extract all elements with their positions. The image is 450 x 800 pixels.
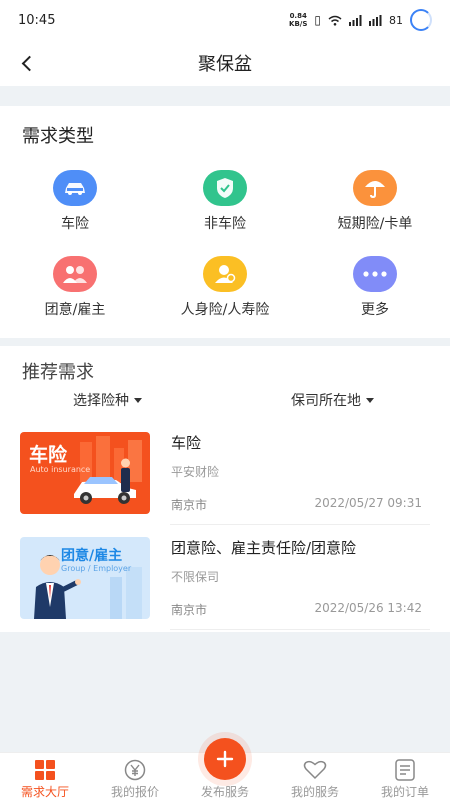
signal-icon [349,14,362,26]
recommend-section: 推荐需求 选择险种 保司所在地 车险 Auto insurance 车险 平安财… [0,346,450,632]
item-title: 团意险、雇主责任险/团意险 [171,539,357,557]
group-icon [53,256,97,292]
yuan-icon [124,759,146,781]
tab-label: 我的报价 [110,785,159,799]
caret-down-icon [134,397,142,403]
item-title: 车险 [171,434,202,452]
wifi-icon [328,15,342,26]
type-label: 车险 [61,216,89,232]
battery-level: 81 [389,13,403,27]
vibrate-icon: ▯ [314,13,321,27]
list-item[interactable]: 车险 Auto insurance 车险 平安财险 南京市 2022/05/27… [0,432,450,536]
type-item-car[interactable]: 车险 [0,170,150,233]
filter-label: 保司所在地 [291,393,361,409]
car-icon [53,170,97,206]
item-date: 2022/05/27 09:31 [314,496,422,510]
item-date: 2022/05/26 13:42 [314,601,422,615]
heart-icon [303,759,327,781]
item-city: 南京市 [171,498,208,512]
grid-icon [35,759,55,781]
tab-my-quotes[interactable]: 我的报价 [90,753,180,800]
back-button[interactable] [12,48,42,78]
net-speed-unit: KB/S [289,20,308,28]
type-label: 非车险 [204,216,246,232]
divider [170,629,430,630]
tab-my-orders[interactable]: 我的订单 [360,753,450,800]
type-item-non-car[interactable]: 非车险 [150,170,300,233]
filter-location[interactable]: 保司所在地 [291,390,374,410]
publish-fab-button[interactable] [204,738,246,780]
tab-label: 我的服务 [290,785,339,799]
net-speed-value: 0.84 [289,12,307,20]
status-time: 10:45 [18,12,56,28]
thumbnail-car-insurance: 车险 Auto insurance [20,432,150,514]
item-company: 不限保司 [171,570,220,584]
chevron-left-icon [21,55,38,71]
tab-label: 发布服务 [200,785,249,799]
thumbnail-title: 团意/雇主 [61,548,123,564]
person-icon [203,256,247,292]
caret-down-icon [366,397,374,403]
status-bar: 10:45 0.84 KB/S ▯ 81 [0,0,450,40]
tab-demand-hall[interactable]: 需求大厅 [0,753,90,800]
thumbnail-subtitle: Group / Employer [61,564,132,573]
demand-type-section: 需求类型 车险 非车险 短期险/卡单 团意/雇主 人身险/人寿险 更多 [0,106,450,338]
tab-my-services[interactable]: 我的服务 [270,753,360,800]
umbrella-icon [353,170,397,206]
type-item-group[interactable]: 团意/雇主 [0,256,150,319]
tab-label: 我的订单 [380,785,429,799]
nav-bar: 聚保盆 [0,40,450,86]
status-icons: 0.84 KB/S ▯ 81 [289,9,432,31]
shield-icon [203,170,247,206]
type-item-more[interactable]: 更多 [300,256,450,319]
page-title: 聚保盆 [198,54,252,75]
type-label: 短期险/卡单 [337,216,413,232]
battery-icon [410,9,432,31]
type-label: 更多 [361,302,389,318]
document-icon [395,759,415,781]
thumbnail-subtitle: Auto insurance [30,465,91,474]
list-item[interactable]: 团意/雇主 Group / Employer 团意险、雇主责任险/团意险 不限保… [0,537,450,641]
type-label: 人身险/人寿险 [180,302,270,318]
divider [170,524,430,525]
type-item-short-term[interactable]: 短期险/卡单 [300,170,450,233]
net-speed: 0.84 KB/S [289,12,307,28]
plus-icon [216,750,234,768]
item-company: 平安财险 [171,465,220,479]
hd-signal-icon [369,14,382,26]
tab-label: 需求大厅 [20,785,69,799]
filter-insurance-type[interactable]: 选择险种 [73,390,142,410]
thumbnail-group-insurance: 团意/雇主 Group / Employer [20,537,150,619]
type-label: 团意/雇主 [44,302,106,318]
item-city: 南京市 [171,603,208,617]
section-title-recommend: 推荐需求 [22,362,94,383]
filter-label: 选择险种 [73,393,129,409]
thumbnail-title: 车险 [29,444,68,466]
more-icon [353,256,397,292]
section-title-demand-types: 需求类型 [22,126,94,147]
type-item-life[interactable]: 人身险/人寿险 [150,256,300,319]
